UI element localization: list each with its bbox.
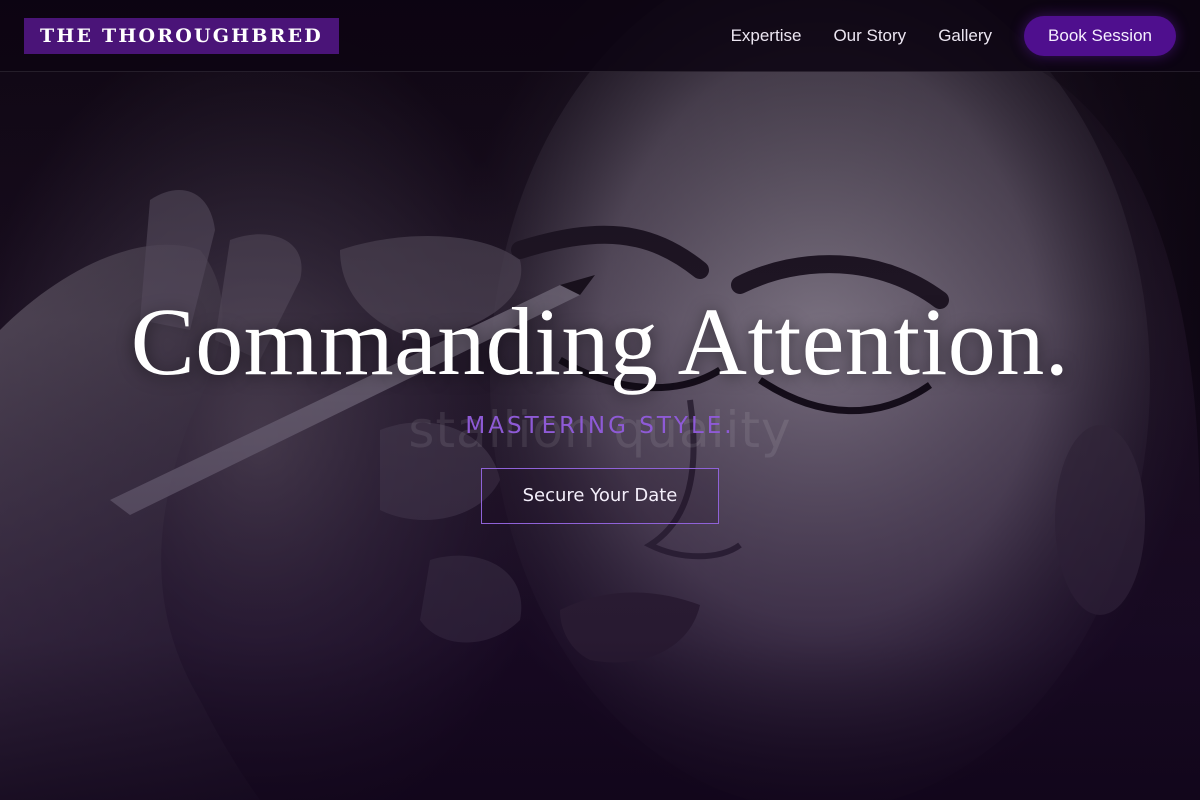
nav-link-gallery[interactable]: Gallery xyxy=(938,26,992,46)
hero-section: Commanding Attention. stallion quality M… xyxy=(0,290,1200,524)
landing-page: THE THOROUGHBRED Expertise Our Story Gal… xyxy=(0,0,1200,800)
top-navigation-bar: THE THOROUGHBRED Expertise Our Story Gal… xyxy=(0,0,1200,72)
brand-logo[interactable]: THE THOROUGHBRED xyxy=(24,18,339,54)
hero-cta-container: Secure Your Date xyxy=(0,468,1200,524)
secure-your-date-button[interactable]: Secure Your Date xyxy=(481,468,719,524)
tagline-container: stallion quality MASTERING STYLE. xyxy=(0,402,1200,458)
book-session-button[interactable]: Book Session xyxy=(1024,16,1176,56)
nav-link-expertise[interactable]: Expertise xyxy=(731,26,802,46)
hero-tagline: MASTERING STYLE. xyxy=(465,413,735,439)
nav-link-our-story[interactable]: Our Story xyxy=(833,26,906,46)
nav-links: Expertise Our Story Gallery Book Session xyxy=(731,16,1176,56)
hero-headline: Commanding Attention. xyxy=(130,288,1070,395)
